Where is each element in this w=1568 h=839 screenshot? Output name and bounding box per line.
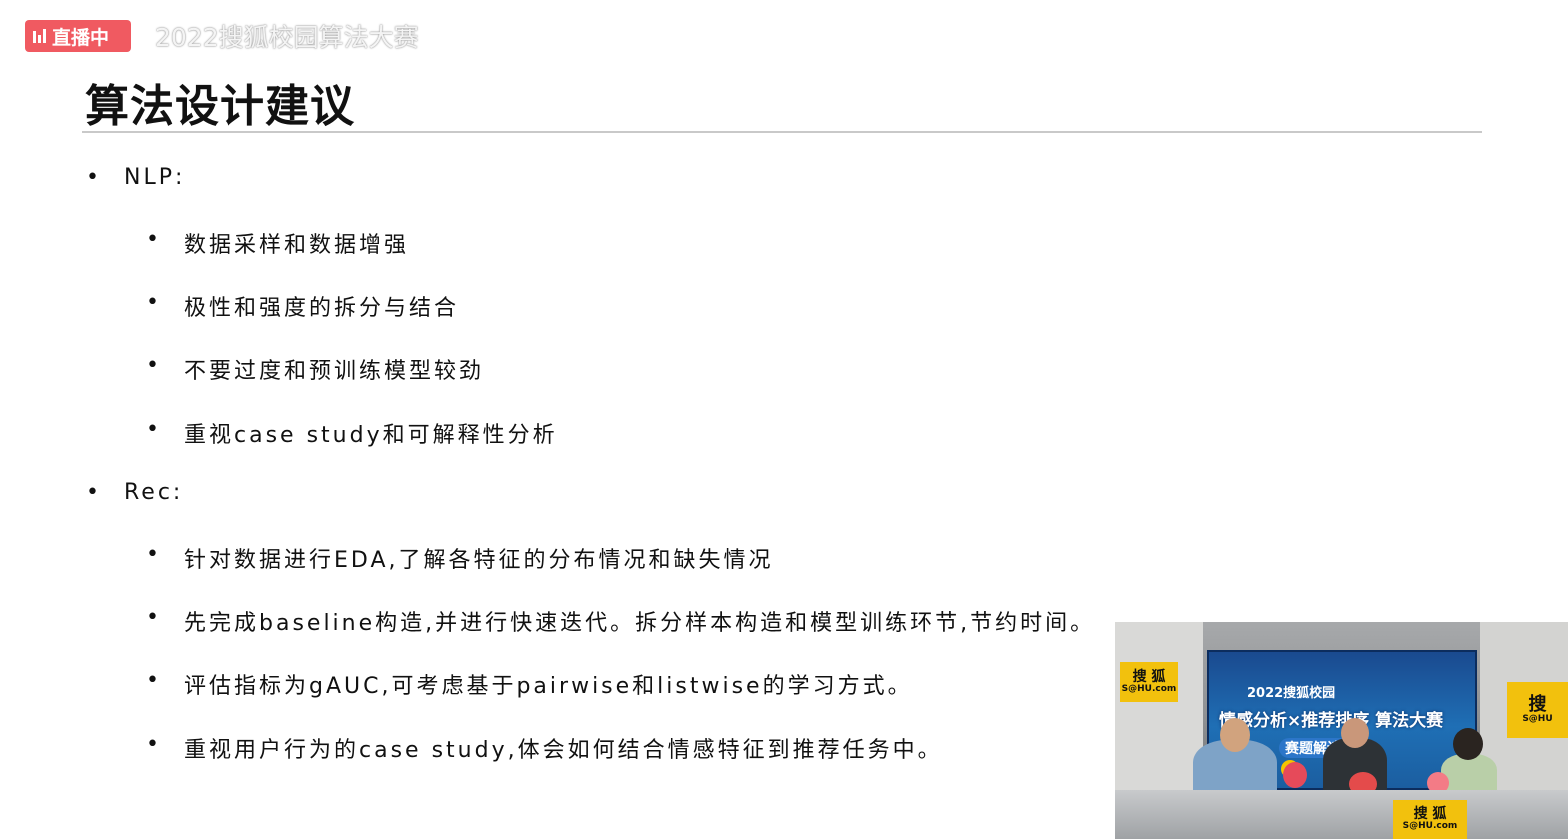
bullet-icon: •	[146, 417, 159, 442]
list-item-text: 重视case study和可解释性分析	[184, 423, 558, 448]
live-signal-icon	[33, 29, 46, 43]
event-title: 2022搜狐校园算法大赛	[155, 23, 419, 52]
presenter-3	[1441, 754, 1497, 794]
sohu-logo-right: 搜 S@HU	[1507, 682, 1568, 738]
presenter-1-head	[1220, 718, 1250, 752]
bullet-icon: •	[146, 542, 159, 567]
bullet-icon: •	[146, 732, 159, 757]
screen-line2: 情感分析×推荐排序 算法大赛	[1219, 711, 1444, 731]
section-label: NLP:	[124, 165, 186, 190]
bullet-icon: •	[86, 480, 99, 505]
sohu-logo-domain: S@HU.com	[1121, 683, 1177, 694]
list-item-text: 评估指标为gAUC,可考虑基于pairwise和listwise的学习方式。	[184, 674, 913, 699]
sohu-logo-domain: S@HU	[1522, 713, 1553, 724]
presenter-3-head	[1453, 728, 1483, 760]
sohu-logo-text: 搜 狐	[1132, 668, 1166, 685]
live-badge-label: 直播中	[52, 26, 110, 49]
screen-line1: 2022搜狐校园	[1247, 686, 1336, 701]
sohu-logo-left: 搜 狐 S@HU.com	[1120, 662, 1178, 702]
slide-title: 算法设计建议	[85, 81, 355, 132]
list-item-text: 针对数据进行EDA,了解各特征的分布情况和缺失情况	[184, 548, 774, 573]
title-divider	[82, 131, 1482, 133]
bullet-icon: •	[146, 227, 159, 252]
studio-desk	[1115, 790, 1568, 839]
list-item-text: 数据采样和数据增强	[184, 233, 410, 258]
bullet-icon: •	[146, 605, 159, 630]
bullet-icon: •	[146, 668, 159, 693]
presenter-video[interactable]: 2022搜狐校园 情感分析×推荐排序 算法大赛 赛题解读直播 搜 狐 S@HU.…	[1115, 622, 1568, 839]
bullet-icon: •	[86, 165, 99, 190]
bullet-icon: •	[146, 290, 159, 315]
sohu-logo-text: 搜 狐	[1413, 806, 1447, 823]
bullet-icon: •	[146, 353, 159, 378]
presenter-2-head	[1341, 718, 1369, 748]
list-item-text: 极性和强度的拆分与结合	[184, 296, 460, 321]
live-badge: 直播中	[25, 20, 131, 52]
list-item-text: 先完成baseline构造,并进行快速迭代。拆分样本构造和模型训练环节,节约时间…	[184, 611, 1096, 636]
list-item-text: 重视用户行为的case study,体会如何结合情感特征到推荐任务中。	[184, 738, 943, 763]
sohu-logo-domain: S@HU.com	[1402, 821, 1458, 832]
section-label: Rec:	[124, 480, 184, 505]
sohu-logo-desk: 搜 狐 S@HU.com	[1393, 800, 1467, 839]
mascot-toy	[1283, 762, 1307, 788]
list-item-text: 不要过度和预训练模型较劲	[184, 359, 485, 384]
sohu-logo-text: 搜	[1528, 693, 1547, 715]
studio-frame-left	[1115, 622, 1203, 792]
